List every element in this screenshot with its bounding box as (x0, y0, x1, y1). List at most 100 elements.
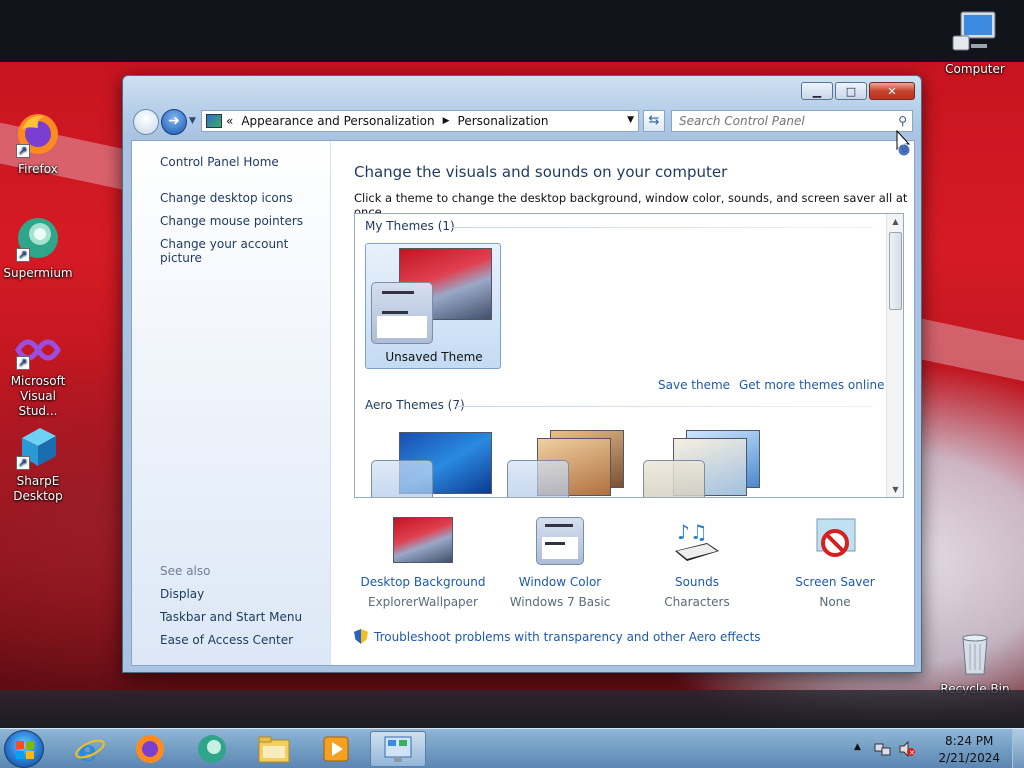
maximize-icon: □ (845, 84, 857, 98)
breadcrumb-overflow[interactable]: « (226, 114, 233, 128)
sharpe-icon (14, 422, 62, 470)
computer-icon (951, 10, 999, 58)
breadcrumb-separator-icon[interactable]: ▶ (443, 116, 450, 126)
troubleshoot-aero-text[interactable]: Troubleshoot problems with transparency … (374, 630, 761, 644)
desktop-icon-label: Recycle Bin (940, 682, 1010, 696)
desktop-icon-recycle-bin[interactable]: Recycle Bin (937, 630, 1013, 697)
sounds-setting[interactable]: ♪♫ Sounds Characters (632, 517, 762, 609)
theme-window-preview (643, 460, 705, 497)
start-button[interactable] (4, 730, 44, 768)
window-color-label[interactable]: Window Color (495, 575, 625, 589)
sounds-label[interactable]: Sounds (632, 575, 762, 589)
save-theme-link[interactable]: Save theme (658, 378, 730, 392)
folder-icon (258, 736, 290, 763)
theme-list[interactable]: My Themes (1) Unsaved Theme Save theme G… (354, 213, 904, 498)
search-input[interactable] (679, 112, 889, 130)
desktop-background-icon (393, 517, 453, 567)
get-more-themes-link[interactable]: Get more themes online (739, 378, 885, 392)
screen-saver-icon (805, 517, 865, 567)
close-button[interactable]: ✕ (869, 82, 915, 100)
taskbar-media-player[interactable] (308, 731, 364, 767)
display-link[interactable]: Display (160, 587, 204, 601)
screen-saver-setting[interactable]: Screen Saver None (770, 517, 900, 609)
breadcrumb-personalization[interactable]: Personalization (458, 114, 549, 128)
desktop-icon-sharpe[interactable]: SharpE Desktop (0, 422, 76, 504)
forward-button[interactable]: ➜ (161, 109, 187, 135)
svg-text:✕: ✕ (909, 749, 915, 757)
breadcrumb-appearance[interactable]: Appearance and Personalization (241, 114, 434, 128)
theme-aero-windows7[interactable] (369, 432, 493, 497)
change-account-picture-link[interactable]: Change your account picture (160, 237, 330, 265)
forward-arrow-icon: ➜ (168, 113, 180, 129)
desktop-background-label[interactable]: Desktop Background (358, 575, 488, 589)
group-divider (451, 227, 873, 228)
recycle-bin-icon (951, 630, 999, 678)
aero-themes-heading: Aero Themes (7) (365, 398, 465, 412)
windows-logo-icon (16, 741, 34, 759)
personalization-window: ▁ □ ✕ ➜ ▼ « Appearance and Personalizati… (122, 75, 922, 673)
svg-text:e: e (78, 734, 97, 765)
taskbar-start-menu-link[interactable]: Taskbar and Start Menu (160, 610, 302, 624)
control-panel-icon (384, 736, 412, 762)
search-box[interactable]: ⚲ (671, 110, 913, 132)
taskbar-firefox[interactable] (122, 731, 178, 767)
recent-pages-dropdown[interactable]: ▼ (189, 116, 196, 126)
firefox-icon (14, 110, 62, 158)
supermium-icon (14, 214, 62, 262)
scrollbar-thumb[interactable] (889, 232, 902, 310)
refresh-icon: ⇆ (648, 113, 660, 128)
clock[interactable]: 8:24 PM 2/21/2024 (938, 733, 1000, 767)
screen-saver-value: None (819, 595, 851, 609)
desktop-icon-visual-studio[interactable]: Microsoft Visual Stud... (0, 330, 76, 419)
control-panel-home-link[interactable]: Control Panel Home (160, 155, 279, 169)
network-icon[interactable] (874, 740, 892, 761)
window-color-icon (530, 517, 590, 567)
navigation-bar: ➜ ▼ « Appearance and Personalization ▶ P… (131, 108, 915, 135)
desktop-icon-supermium[interactable]: Supermium (0, 214, 76, 281)
theme-window-preview (371, 460, 433, 497)
system-tray: ▲ ✕ 8:24 PM 2/21/2024 (854, 729, 1024, 768)
theme-aero-characters[interactable] (641, 426, 765, 497)
minimize-button[interactable]: ▁ (801, 82, 833, 100)
window-controls: ▁ □ ✕ (801, 82, 915, 100)
desktop-icon-label: Computer (945, 62, 1005, 76)
desktop-icon-label: Firefox (18, 162, 58, 176)
taskbar-control-panel[interactable] (370, 731, 426, 767)
back-button[interactable] (133, 109, 159, 135)
scroll-up-icon[interactable]: ▲ (887, 217, 903, 226)
theme-list-scrollbar[interactable]: ▲ ▼ (886, 214, 903, 497)
volume-muted-icon[interactable]: ✕ (898, 740, 916, 761)
search-icon[interactable]: ⚲ (898, 114, 907, 128)
minimize-icon: ▁ (812, 84, 822, 98)
theme-unsaved[interactable]: Unsaved Theme (365, 243, 501, 369)
theme-aero-architecture[interactable] (505, 426, 629, 497)
ease-of-access-link[interactable]: Ease of Access Center (160, 633, 293, 647)
left-pane: Control Panel Home Change desktop icons … (132, 141, 331, 665)
internet-explorer-icon: e (75, 734, 105, 765)
show-desktop-button[interactable] (1012, 729, 1024, 768)
address-bar[interactable]: « Appearance and Personalization ▶ Perso… (201, 110, 639, 132)
control-panel-icon (206, 114, 222, 128)
desktop-background-value: ExplorerWallpaper (368, 595, 478, 609)
show-hidden-icons-icon[interactable]: ▲ (854, 742, 861, 752)
address-dropdown-icon[interactable]: ▼ (627, 115, 634, 125)
media-player-icon (323, 736, 349, 762)
maximize-button[interactable]: □ (835, 82, 867, 100)
taskbar-internet-explorer[interactable]: e (62, 731, 118, 767)
desktop-background-setting[interactable]: Desktop Background ExplorerWallpaper (358, 517, 488, 609)
window-color-value: Windows 7 Basic (509, 595, 611, 609)
page-title: Change the visuals and sounds on your co… (354, 163, 728, 181)
desktop-icon-label: Microsoft Visual Stud... (10, 374, 66, 418)
screen-saver-label[interactable]: Screen Saver (770, 575, 900, 589)
taskbar-windows-explorer[interactable] (246, 731, 302, 767)
desktop-icon-firefox[interactable]: Firefox (0, 110, 76, 177)
change-desktop-icons-link[interactable]: Change desktop icons (160, 191, 293, 205)
change-mouse-pointers-link[interactable]: Change mouse pointers (160, 214, 303, 228)
scroll-down-icon[interactable]: ▼ (887, 485, 903, 494)
desktop-icon-computer[interactable]: Computer (937, 10, 1013, 77)
clock-time: 8:24 PM (945, 734, 994, 748)
troubleshoot-aero-link[interactable]: Troubleshoot problems with transparency … (354, 629, 761, 644)
window-color-setting[interactable]: Window Color Windows 7 Basic (495, 517, 625, 609)
refresh-button[interactable]: ⇆ (643, 110, 665, 132)
taskbar-supermium[interactable] (184, 731, 240, 767)
